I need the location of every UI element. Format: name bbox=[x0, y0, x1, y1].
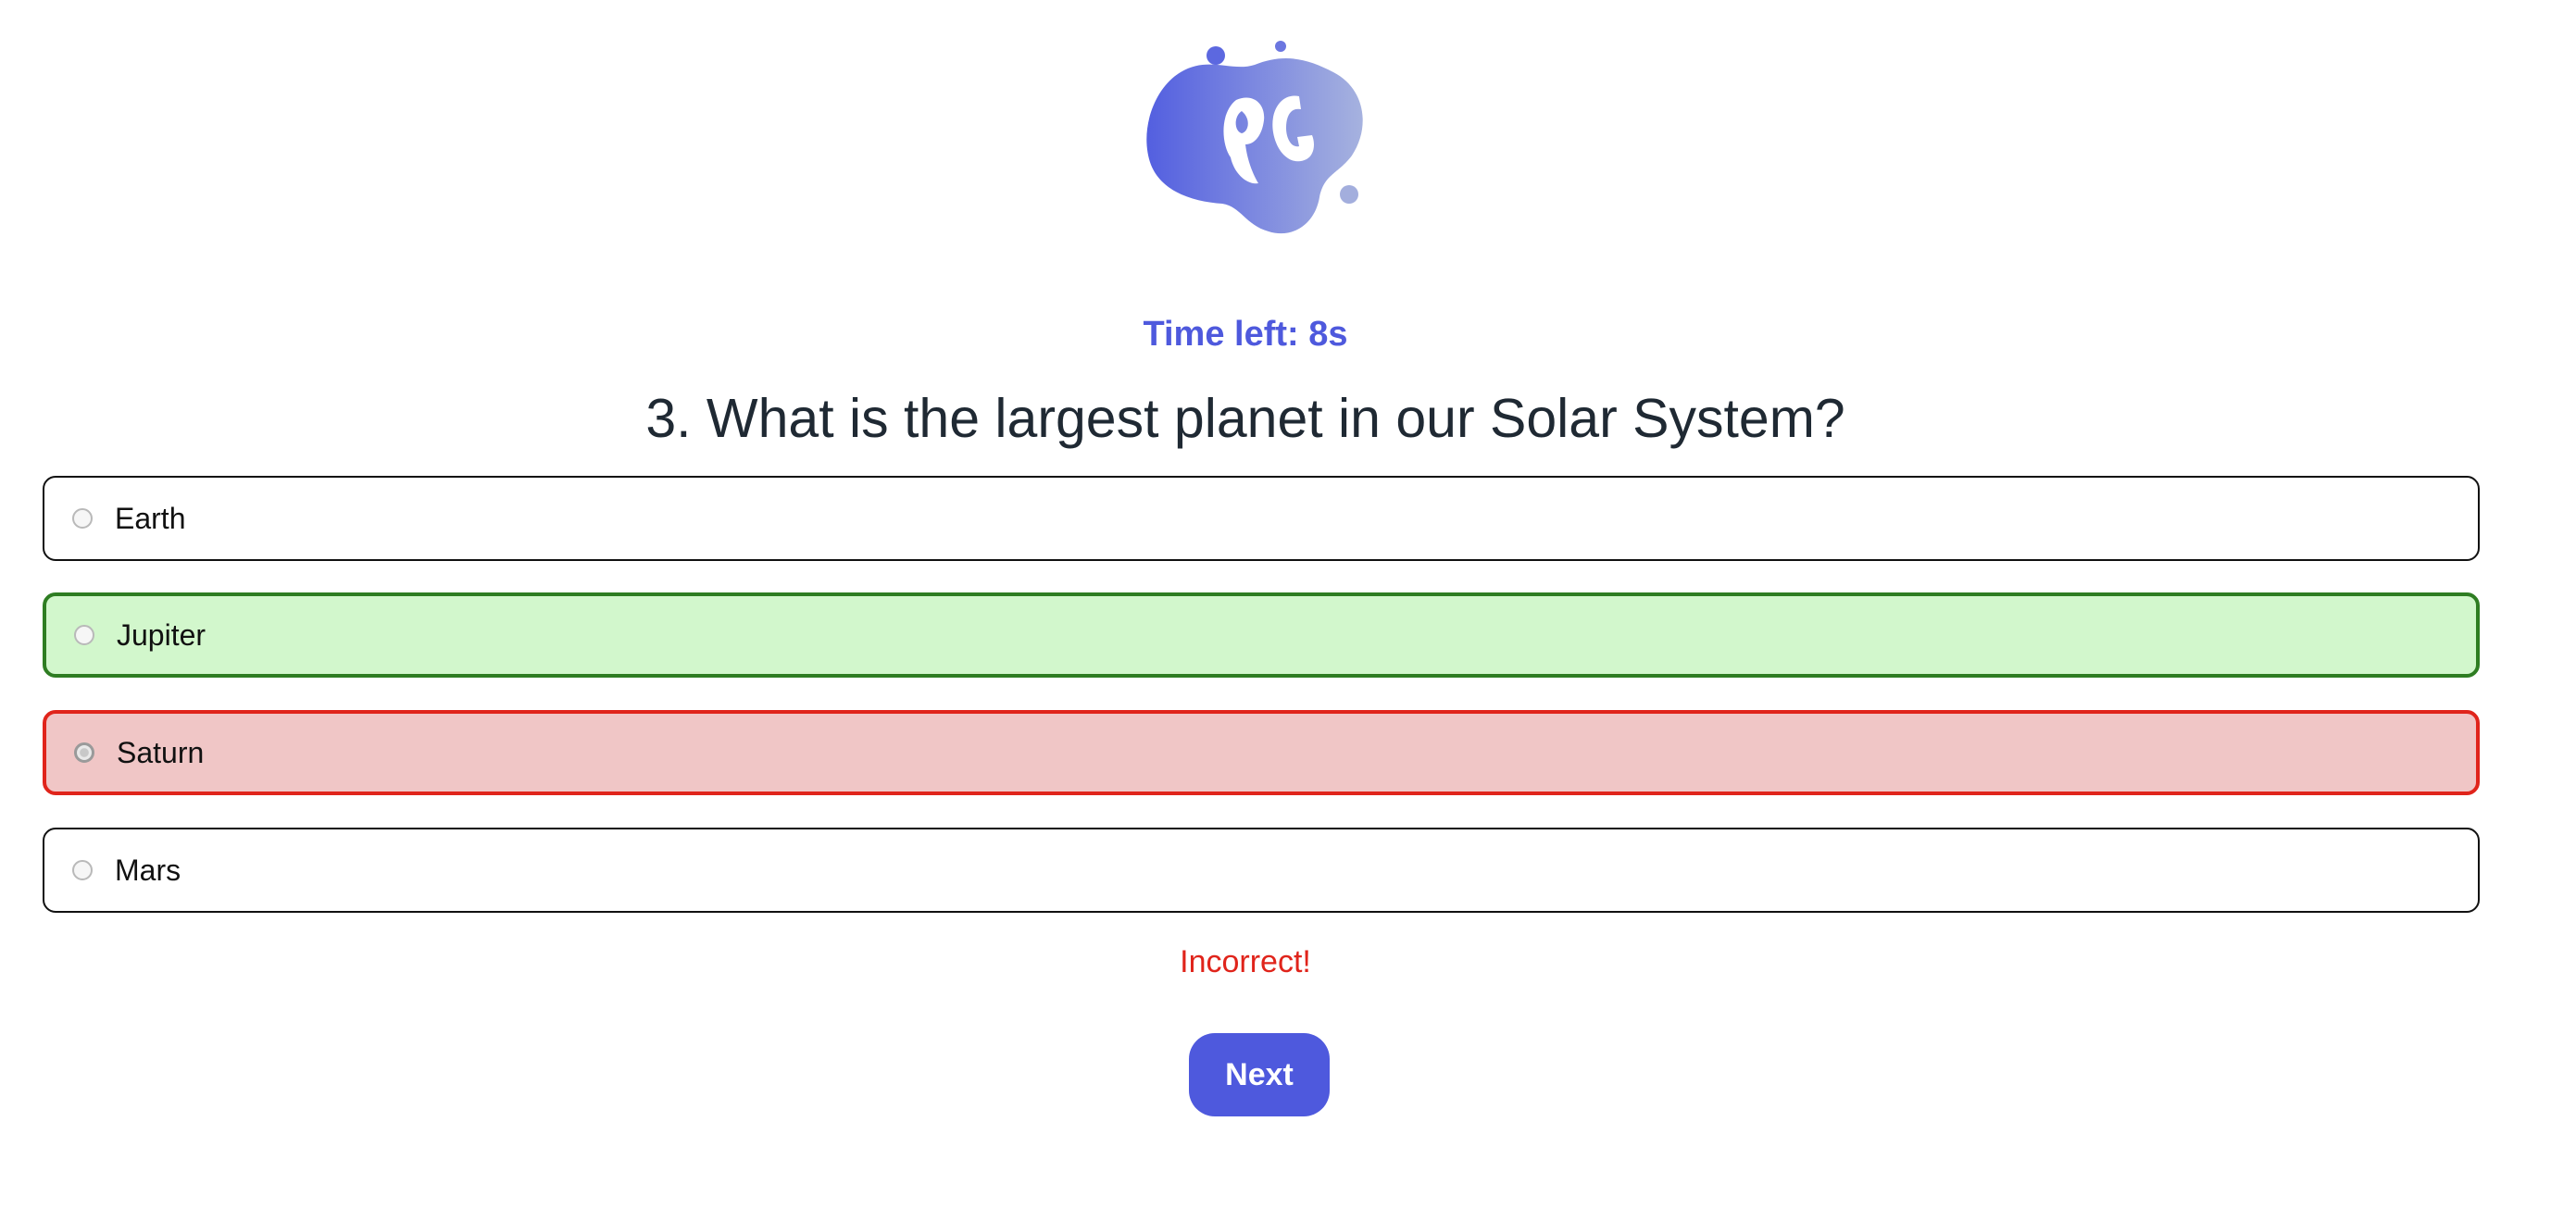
answer-option-earth[interactable]: Earth bbox=[43, 476, 2480, 561]
time-left-label: Time left: 8s bbox=[1143, 315, 1348, 354]
quiz-game-logo-icon bbox=[1146, 41, 1363, 234]
next-button[interactable]: Next bbox=[1189, 1033, 1330, 1116]
radio-button[interactable] bbox=[74, 625, 94, 645]
answer-option-label: Earth bbox=[115, 501, 186, 535]
answer-option-label: Saturn bbox=[117, 735, 205, 769]
answer-feedback: Incorrect! bbox=[1180, 944, 1311, 979]
radio-button[interactable] bbox=[74, 742, 94, 763]
answer-option-label: Jupiter bbox=[117, 617, 206, 652]
answer-option-label: Mars bbox=[115, 853, 181, 887]
answer-option-mars[interactable]: Mars bbox=[43, 828, 2480, 913]
radio-button[interactable] bbox=[72, 508, 93, 529]
question-text: 3. What is the largest planet in our Sol… bbox=[645, 388, 1845, 449]
radio-button[interactable] bbox=[72, 860, 93, 880]
answer-option-saturn[interactable]: Saturn bbox=[43, 710, 2480, 795]
answer-option-jupiter[interactable]: Jupiter bbox=[43, 592, 2480, 678]
quiz-logo bbox=[1144, 35, 1370, 241]
quiz-page: Time left: 8s 3. What is the largest pla… bbox=[0, 0, 2576, 1209]
